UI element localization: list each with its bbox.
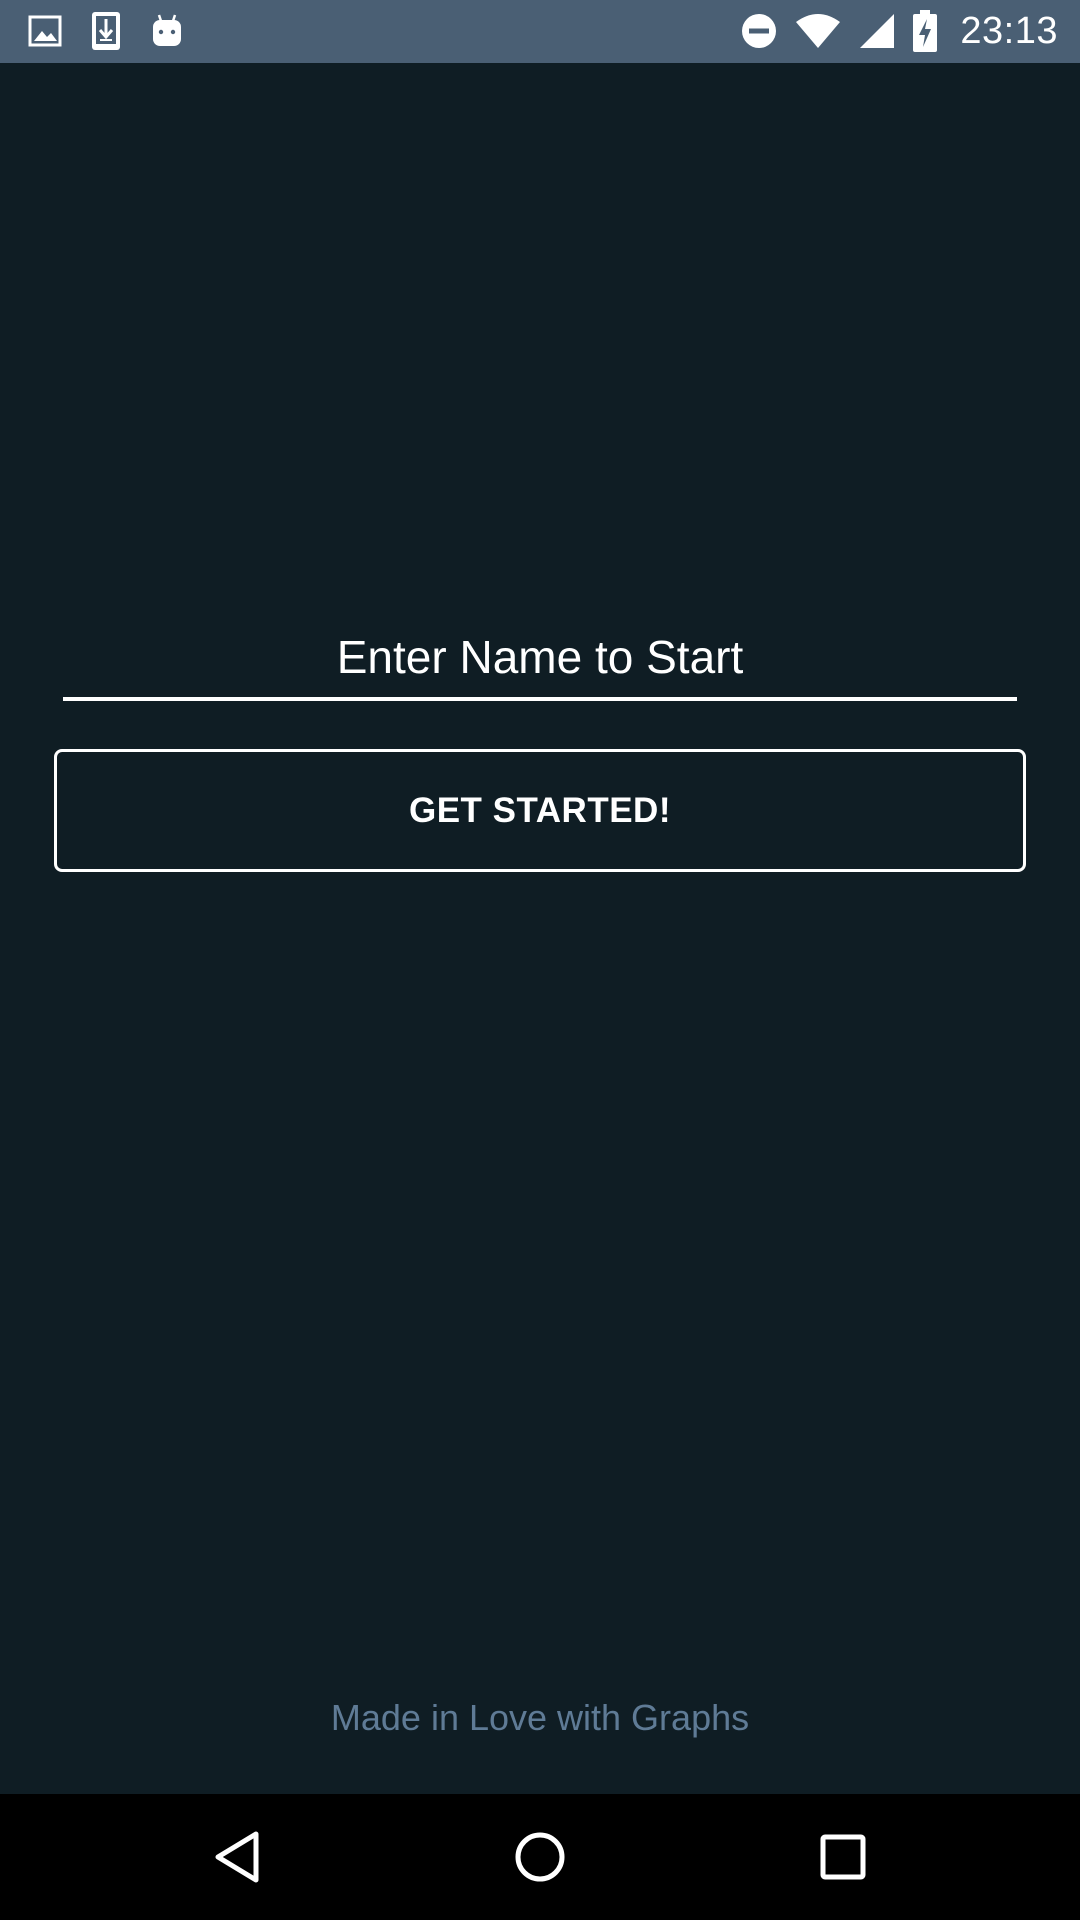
recents-button[interactable] [808, 1822, 878, 1892]
system-status-icons: 23:13 [740, 8, 1058, 54]
home-button[interactable] [505, 1822, 575, 1892]
name-input-container [63, 625, 1017, 705]
footer-text: Made in Love with Graphs [330, 1697, 750, 1738]
name-input[interactable] [63, 625, 1017, 701]
back-button[interactable] [202, 1822, 272, 1892]
battery-charging-icon [913, 10, 938, 52]
wifi-icon [796, 14, 841, 48]
android-icon [153, 14, 181, 46]
do-not-disturb-icon [742, 14, 777, 48]
notification-icons [28, 10, 184, 52]
home-icon [515, 1832, 565, 1882]
image-icon [28, 15, 62, 47]
navigation-bar [0, 1794, 1080, 1920]
recents-icon [820, 1834, 866, 1880]
status-time: 23:13 [960, 9, 1058, 52]
get-started-button[interactable]: GET STARTED! [54, 749, 1026, 872]
download-icon [92, 12, 120, 50]
app-screen: 23:13 GET STARTED! Made in Love with Gra… [0, 0, 1080, 1920]
status-bar: 23:13 [0, 0, 1080, 63]
cell-signal-icon [860, 14, 895, 48]
back-icon [215, 1831, 259, 1883]
